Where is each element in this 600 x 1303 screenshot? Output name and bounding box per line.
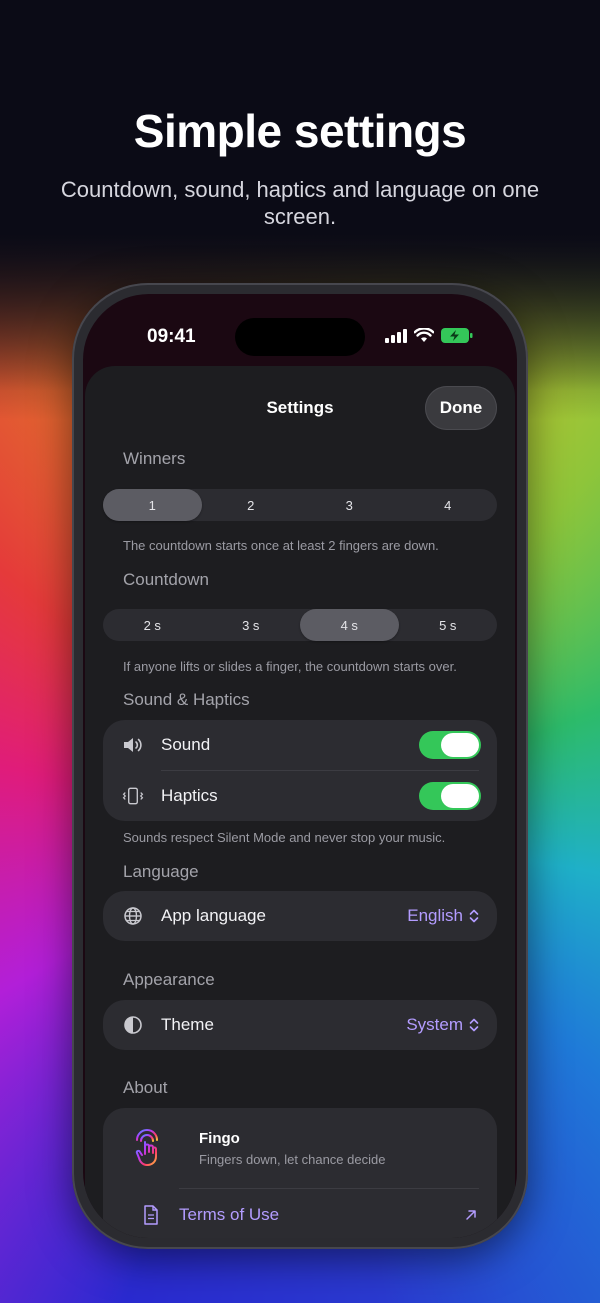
sound-toggle-knob [441,733,479,757]
done-button[interactable]: Done [425,386,497,430]
sound-toggle[interactable] [419,731,481,759]
phone-frame: 09:41 Settings Done Winners 1 2 3 4 The … [72,283,528,1249]
terms-link[interactable]: Terms of Use [179,1205,279,1225]
hero-subtitle: Countdown, sound, haptics and language o… [60,177,540,229]
app-tagline: Fingers down, let chance decide [199,1152,386,1167]
countdown-hint: If anyone lifts or slides a finger, the … [123,659,457,674]
countdown-option-4s[interactable]: 4 s [300,609,399,641]
half-circle-icon [121,1013,145,1037]
theme-row-label: Theme [161,1015,214,1034]
language-row[interactable]: App language English [103,891,497,941]
winners-option-3[interactable]: 3 [300,489,399,521]
countdown-option-3s[interactable]: 3 s [202,609,301,641]
chevron-updown-icon [469,1018,479,1032]
language-value[interactable]: English [407,906,479,926]
winners-label: Winners [123,449,186,468]
language-label: Language [123,862,199,881]
status-bar: 09:41 [83,294,517,358]
winners-option-2[interactable]: 2 [202,489,301,521]
sound-haptics-card: Sound Haptics [103,720,497,821]
app-name: Fingo [199,1130,240,1147]
status-icons [385,328,473,343]
appearance-label: Appearance [123,970,215,989]
hero-title: Simple settings [133,105,467,157]
signal-icon [385,328,407,343]
dynamic-island [235,318,365,356]
sound-row: Sound [103,720,497,770]
language-card[interactable]: App language English [103,891,497,941]
settings-sheet: Settings Done Winners 1 2 3 4 The countd… [85,366,515,1238]
appearance-card[interactable]: Theme System [103,1000,497,1050]
haptics-row-label: Haptics [161,786,218,805]
document-icon [139,1203,163,1227]
haptics-toggle-knob [441,784,479,808]
vibrate-icon [121,784,145,808]
sound-row-label: Sound [161,735,211,754]
app-logo-icon [131,1128,165,1168]
theme-value[interactable]: System [406,1015,479,1035]
sound-haptics-hint: Sounds respect Silent Mode and never sto… [123,830,446,845]
winners-segmented-control: 1 2 3 4 [103,489,497,521]
about-card: Fingo Fingers down, let chance decide Te… [103,1108,497,1238]
terms-row[interactable]: Terms of Use [103,1190,497,1238]
speaker-icon [121,733,145,757]
countdown-label: Countdown [123,570,210,589]
wifi-icon [414,328,434,342]
globe-icon [121,904,145,928]
status-time: 09:41 [147,326,196,347]
language-row-label: App language [161,906,266,925]
phone-screen: 09:41 Settings Done Winners 1 2 3 4 The … [83,294,517,1238]
theme-row[interactable]: Theme System [103,1000,497,1050]
countdown-segmented-control: 2 s 3 s 4 s 5 s [103,609,497,641]
battery-charging-icon [441,328,473,343]
winners-option-1[interactable]: 1 [103,489,202,521]
countdown-option-5s[interactable]: 5 s [399,609,498,641]
winners-option-4[interactable]: 4 [399,489,498,521]
theme-value-text: System [406,1015,463,1034]
about-label: About [123,1078,168,1097]
language-value-text: English [407,906,463,925]
haptics-toggle[interactable] [419,782,481,810]
haptics-row: Haptics [103,771,497,821]
winners-hint: The countdown starts once at least 2 fin… [123,538,439,553]
chevron-updown-icon [469,909,479,923]
sound-haptics-label: Sound & Haptics [123,690,250,709]
divider [179,1188,479,1189]
arrow-up-right-icon [466,1210,476,1220]
countdown-option-2s[interactable]: 2 s [103,609,202,641]
